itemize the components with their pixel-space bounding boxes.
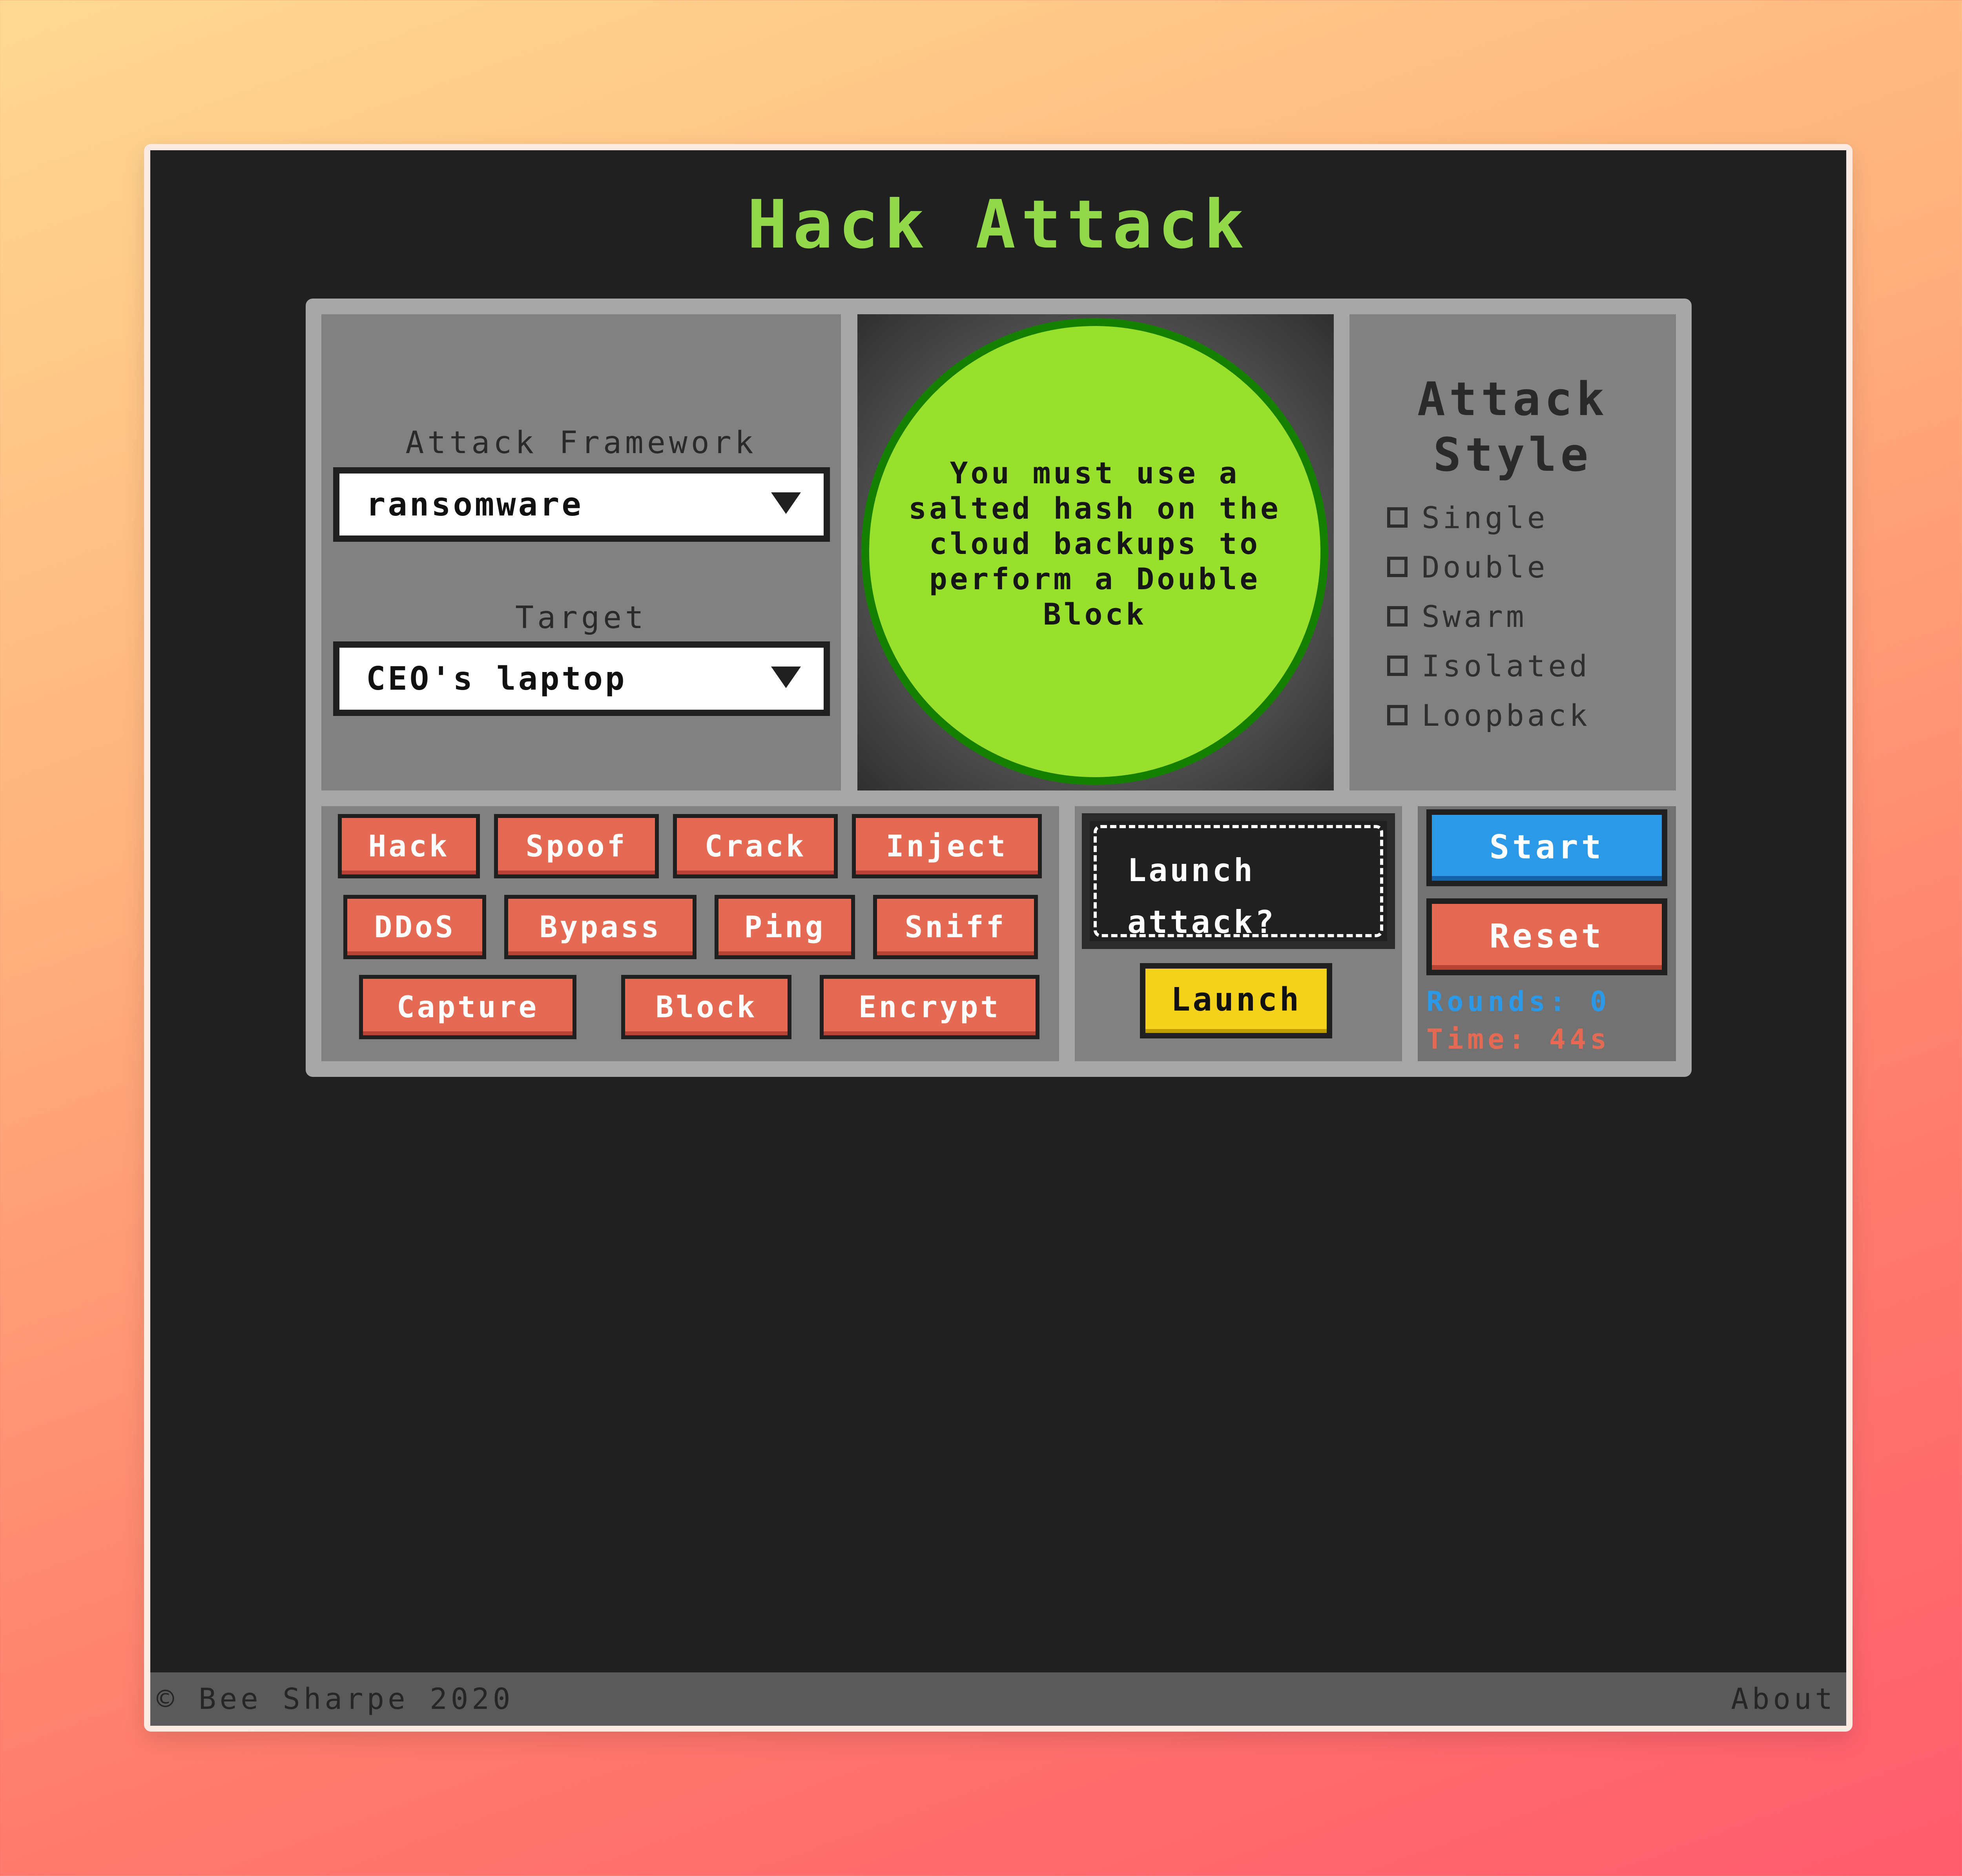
- attack-style-label: Loopback: [1422, 698, 1591, 733]
- attack-style-label: Double: [1422, 549, 1548, 585]
- game-control-panel: Start Reset Rounds: 0 Time: 44s: [1418, 806, 1676, 1061]
- attack-style-loopback[interactable]: Loopback: [1387, 690, 1670, 740]
- time-counter: Time: 44s: [1426, 1021, 1670, 1057]
- instruction-panel: You must use a salted hash on the cloud …: [857, 314, 1334, 790]
- checkbox-icon[interactable]: [1387, 656, 1408, 676]
- game-board: Attack Framework ransomware Target CEO's…: [306, 299, 1692, 1077]
- attack-framework-value: ransomware: [366, 486, 583, 523]
- copyright-text: © Bee Sharpe 2020: [157, 1682, 514, 1716]
- attack-style-label: Isolated: [1422, 648, 1591, 683]
- attack-style-single[interactable]: Single: [1387, 493, 1670, 542]
- instruction-message: You must use a salted hash on the cloud …: [908, 455, 1281, 632]
- launch-prompt-box: Launch attack?: [1082, 813, 1395, 949]
- start-button[interactable]: Start: [1426, 809, 1667, 886]
- attack-style-isolated[interactable]: Isolated: [1387, 641, 1670, 690]
- rounds-label: Rounds:: [1426, 985, 1570, 1018]
- attack-settings-panel: Attack Framework ransomware Target CEO's…: [321, 314, 841, 790]
- attack-style-title: Attack Style: [1417, 372, 1608, 482]
- page-title: Hack Attack: [747, 186, 1249, 264]
- checkbox-icon[interactable]: [1387, 606, 1408, 627]
- attack-style-panel: Attack Style Single Double Swarm Isolate…: [1349, 314, 1676, 790]
- game-screen: Hack Attack Attack Framework ransomware …: [150, 150, 1846, 1726]
- attack-framework-select[interactable]: ransomware: [333, 467, 830, 542]
- time-value: 44s: [1549, 1023, 1611, 1055]
- attack-style-double[interactable]: Double: [1387, 542, 1670, 592]
- time-label: Time:: [1426, 1023, 1529, 1055]
- target-select[interactable]: CEO's laptop: [333, 641, 830, 716]
- launch-prompt: Launch attack?: [1094, 825, 1383, 940]
- checkbox-icon[interactable]: [1387, 507, 1408, 528]
- rounds-value: 0: [1590, 985, 1611, 1018]
- bypass-button[interactable]: Bypass: [504, 895, 697, 959]
- instruction-circle: You must use a salted hash on the cloud …: [861, 318, 1328, 785]
- attack-style-label: Swarm: [1422, 599, 1527, 634]
- reset-button[interactable]: Reset: [1426, 898, 1667, 975]
- chevron-down-icon: [771, 667, 801, 688]
- chevron-down-icon: [771, 492, 801, 514]
- launch-button[interactable]: Launch: [1140, 963, 1332, 1038]
- attack-style-label: Single: [1422, 500, 1548, 535]
- target-label: Target: [515, 600, 647, 636]
- action-buttons-panel: Hack Spoof Crack Inject DDoS Bypass Ping…: [321, 806, 1059, 1061]
- target-value: CEO's laptop: [366, 660, 627, 698]
- footer: © Bee Sharpe 2020 About: [150, 1672, 1846, 1726]
- spoof-button[interactable]: Spoof: [494, 814, 659, 878]
- crack-button[interactable]: Crack: [673, 814, 838, 878]
- launch-panel: Launch attack? Launch: [1075, 806, 1402, 1061]
- checkbox-icon[interactable]: [1387, 705, 1408, 725]
- attack-framework-label: Attack Framework: [405, 425, 757, 461]
- ddos-button[interactable]: DDoS: [343, 895, 486, 959]
- inject-button[interactable]: Inject: [852, 814, 1042, 878]
- checkbox-icon[interactable]: [1387, 557, 1408, 577]
- attack-style-options: Single Double Swarm Isolated Loopback: [1387, 493, 1670, 740]
- encrypt-button[interactable]: Encrypt: [820, 975, 1039, 1039]
- block-button[interactable]: Block: [621, 975, 791, 1039]
- ping-button[interactable]: Ping: [715, 895, 855, 959]
- rounds-counter: Rounds: 0: [1426, 984, 1670, 1020]
- sniff-button[interactable]: Sniff: [873, 895, 1038, 959]
- capture-button[interactable]: Capture: [359, 975, 576, 1039]
- attack-style-swarm[interactable]: Swarm: [1387, 592, 1670, 641]
- about-link[interactable]: About: [1731, 1672, 1836, 1726]
- hack-button[interactable]: Hack: [338, 814, 480, 878]
